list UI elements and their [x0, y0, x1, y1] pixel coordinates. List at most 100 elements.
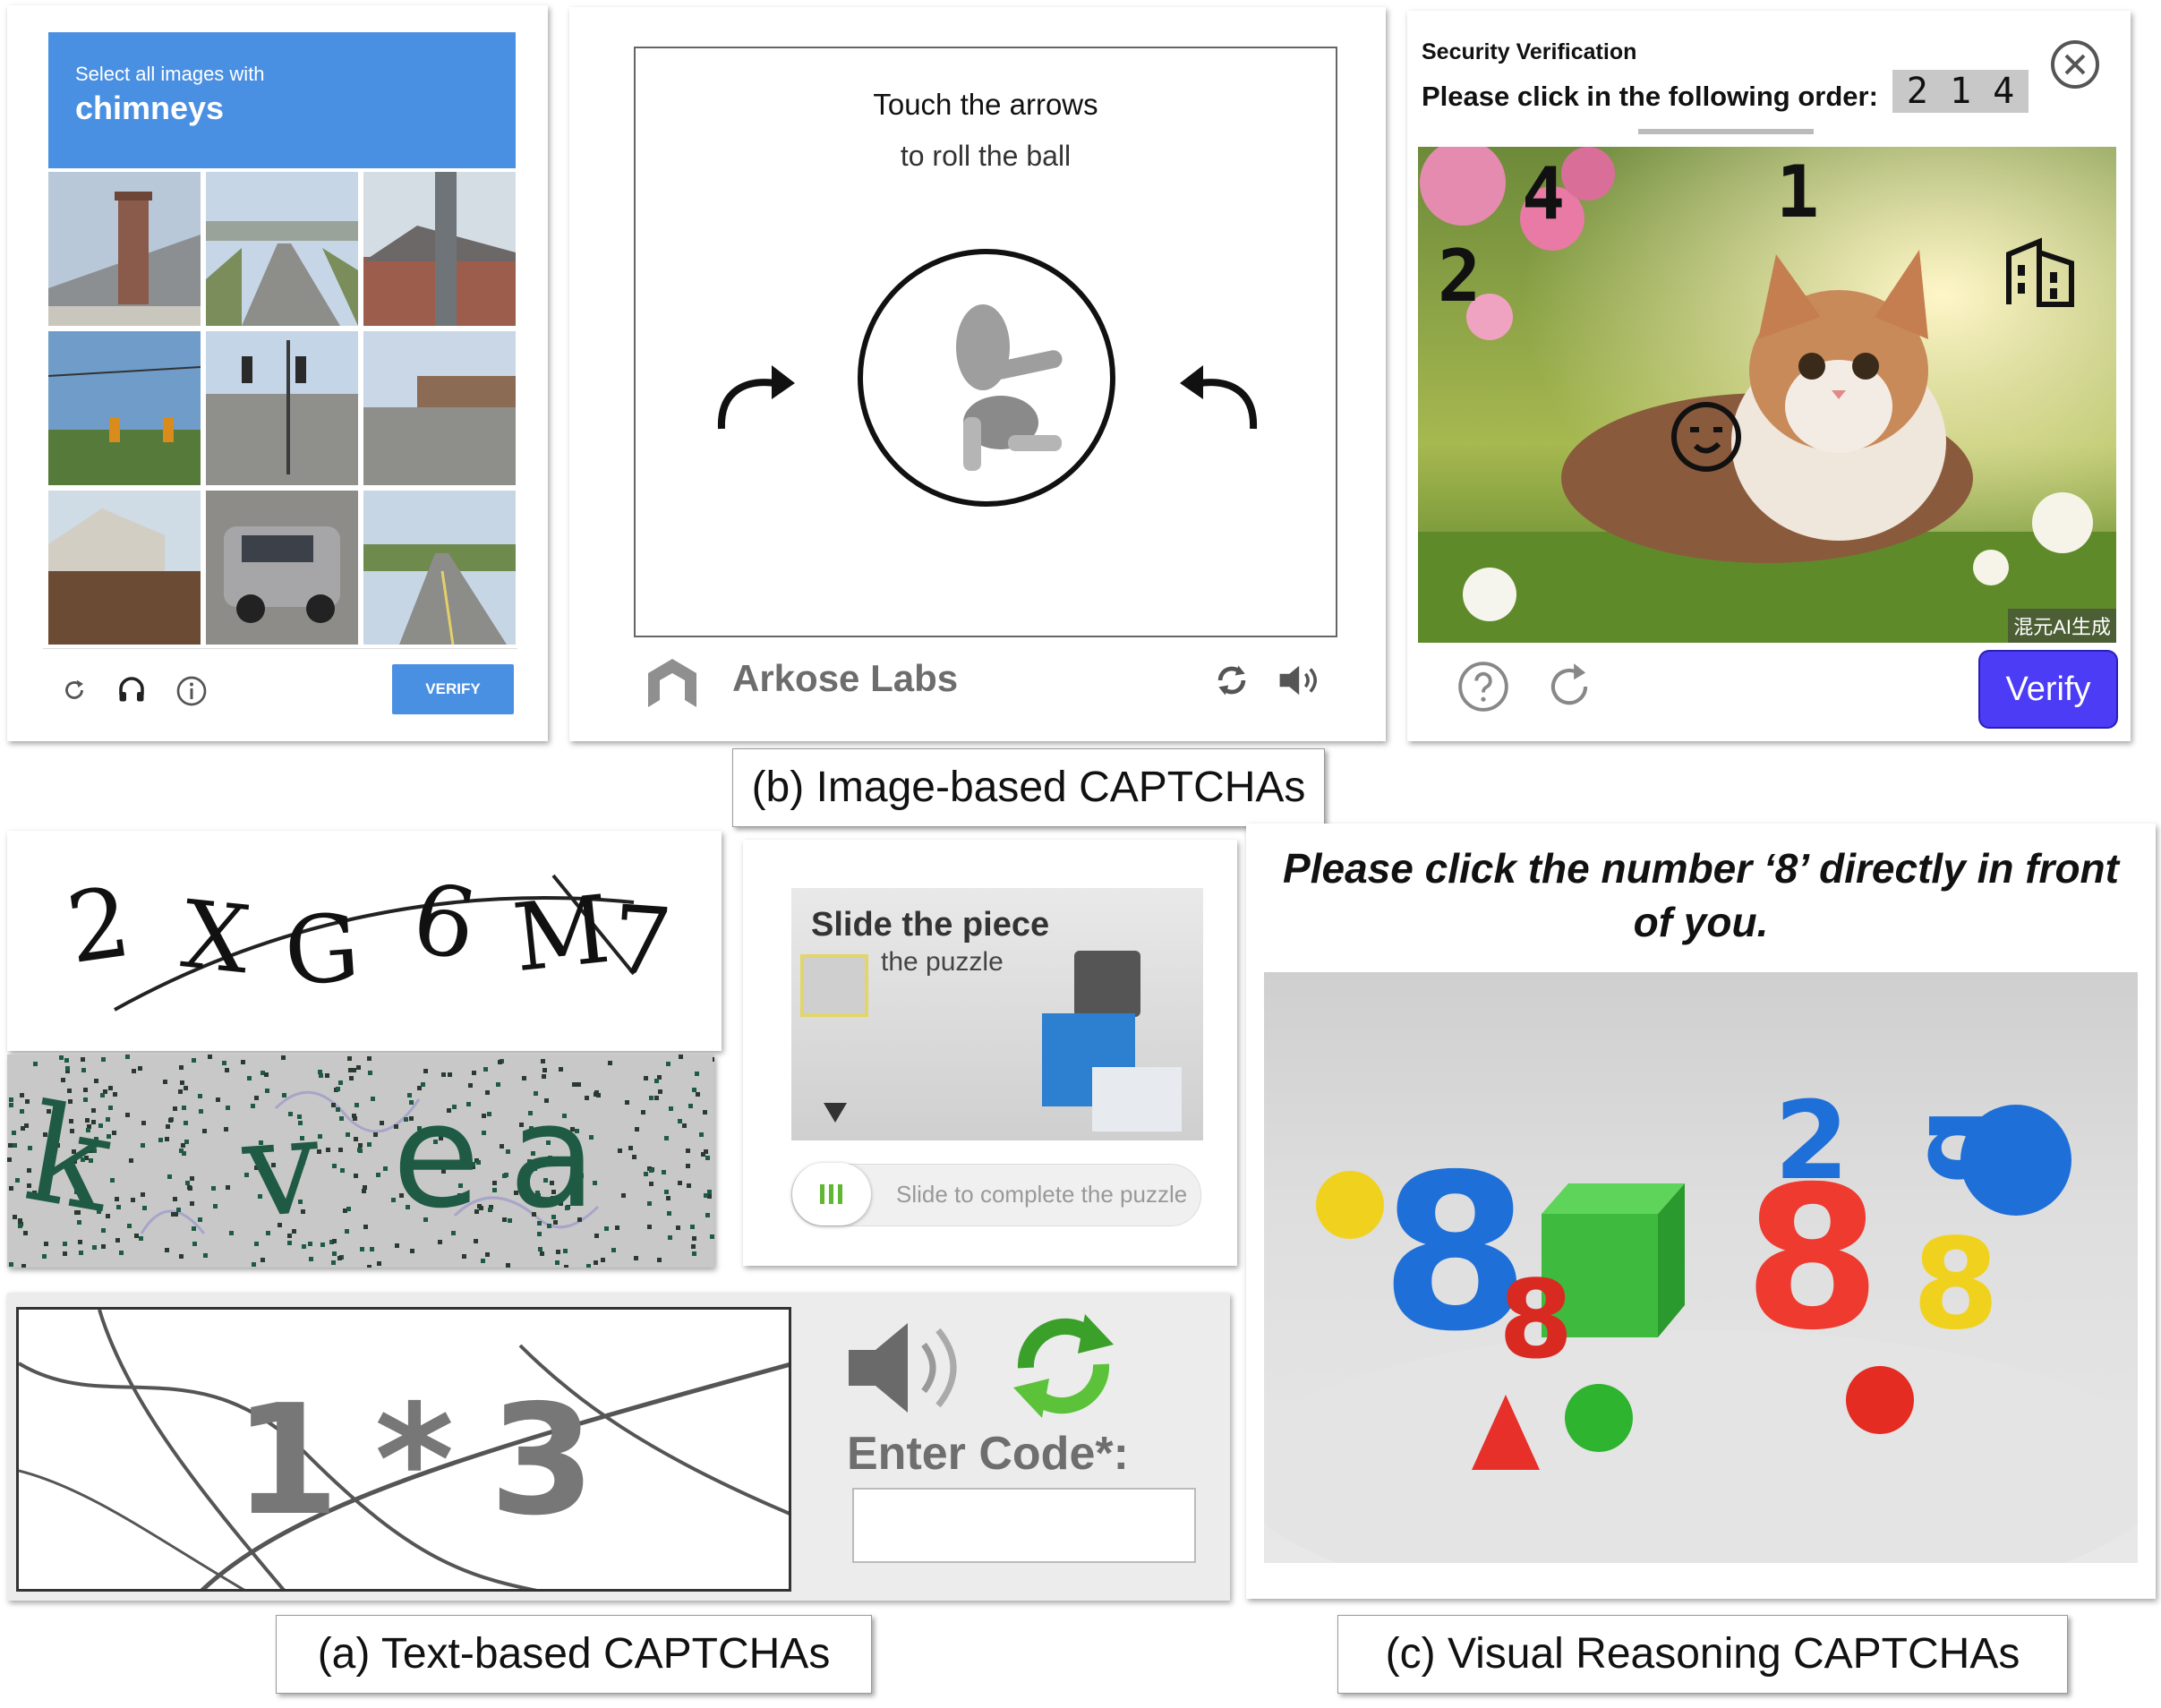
captcha-char: 7 — [608, 884, 676, 998]
noise-dot — [79, 1251, 83, 1255]
noise-dot — [192, 1242, 197, 1246]
smiley-icon — [1669, 399, 1744, 474]
headphones-icon[interactable] — [115, 673, 149, 705]
grid-tile[interactable] — [48, 331, 201, 485]
close-icon[interactable] — [2048, 38, 2102, 91]
blue-g[interactable]: g — [1890, 1107, 2014, 1184]
noise-dot — [340, 1168, 345, 1173]
visual-reasoning-widget: Please click the number ‘8’ directly in … — [1246, 824, 2156, 1599]
noise-dot — [667, 1211, 671, 1216]
verify-button[interactable]: Verify — [1980, 652, 2116, 727]
noise-dot — [701, 1152, 705, 1157]
noise-dot — [211, 1186, 216, 1191]
noise-dot — [611, 1248, 616, 1252]
help-icon[interactable] — [1456, 659, 1511, 714]
reload-icon[interactable] — [59, 675, 90, 705]
noise-dot — [9, 1097, 13, 1102]
recaptcha-target: chimneys — [75, 90, 225, 126]
speaker-icon[interactable] — [1277, 661, 1325, 700]
noise-dot — [644, 1076, 648, 1080]
verify-label: Verify — [2005, 670, 2091, 708]
puzzle-image: Slide the piece the puzzle — [791, 888, 1203, 1140]
kitten-image[interactable]: 2 4 1 混元AI生成 — [1418, 147, 2116, 643]
noise-dot — [302, 1244, 306, 1249]
noise-dot — [358, 1143, 363, 1148]
puzzle-white-piece — [1092, 1067, 1182, 1132]
noise-dot — [686, 1149, 690, 1153]
small-red-eight[interactable]: 8 — [1499, 1268, 1574, 1375]
noise-dot — [264, 1072, 269, 1077]
yellow-eight[interactable]: 8 — [1912, 1223, 1999, 1348]
blue-two[interactable]: 2 — [1774, 1089, 1849, 1196]
noise-dot — [229, 1231, 234, 1235]
noise-dot — [358, 1149, 363, 1153]
refresh-icon[interactable] — [1003, 1305, 1124, 1427]
puzzle-piece[interactable] — [800, 954, 868, 1017]
math-captcha-image: 1 * 3 — [16, 1307, 791, 1592]
noise-dot — [192, 1226, 196, 1231]
refresh-icon[interactable] — [1542, 659, 1597, 714]
slide-title: Slide the piece — [811, 906, 1050, 944]
grid-tile[interactable] — [363, 491, 516, 645]
noise-dot — [92, 1245, 97, 1250]
grid-tile[interactable] — [363, 331, 516, 485]
grid-tile[interactable] — [206, 331, 358, 485]
noise-dot — [115, 1238, 120, 1243]
refresh-icon[interactable] — [1212, 661, 1251, 700]
noise-dot — [541, 1059, 545, 1063]
noise-dot — [664, 1190, 669, 1194]
noise-dot — [9, 1103, 13, 1107]
left-arrow-button[interactable] — [713, 353, 799, 433]
grid-tile[interactable] — [206, 172, 358, 326]
noise-dot — [15, 1178, 20, 1183]
caption-visual-reasoning: (c) Visual Reasoning CAPTCHAs — [1337, 1615, 2068, 1694]
noise-dot — [354, 1103, 359, 1107]
noise-dot — [666, 1062, 671, 1066]
speaker-icon[interactable] — [843, 1314, 969, 1422]
noise-dot — [538, 1247, 542, 1251]
slider-track[interactable]: Slide to complete the puzzle — [791, 1163, 1201, 1226]
digit-1: 1 — [1776, 150, 1820, 234]
noise-dot — [141, 1192, 145, 1197]
noise-dot — [63, 1251, 67, 1256]
captcha-char: a — [508, 1072, 597, 1240]
slider-handle[interactable] — [792, 1163, 871, 1225]
noise-dot — [336, 1107, 340, 1112]
noise-dot — [203, 1253, 208, 1258]
grid-tile[interactable] — [48, 172, 201, 326]
grid-tile[interactable] — [206, 491, 358, 645]
captcha-char: G — [280, 892, 363, 1007]
noise-dot — [705, 1213, 710, 1217]
right-arrow-button[interactable] — [1176, 353, 1262, 433]
noise-dot — [131, 1198, 135, 1202]
noise-dot — [687, 1183, 691, 1188]
divider — [43, 648, 517, 649]
noise-dot — [368, 1071, 372, 1075]
noise-dot — [608, 1061, 612, 1065]
noise-dot — [492, 1188, 497, 1192]
caption-text-based: (a) Text-based CAPTCHAs — [276, 1615, 872, 1694]
noise-dot — [634, 1256, 638, 1260]
noise-dot — [654, 1079, 659, 1083]
grid-tile[interactable] — [48, 491, 201, 645]
noise-dot — [261, 1258, 265, 1262]
noise-dot — [21, 1264, 26, 1268]
scene-image[interactable]: 8 8 8 8 2 g — [1264, 972, 2138, 1563]
noise-dot — [346, 1132, 350, 1137]
grid-tile[interactable] — [363, 172, 516, 326]
recaptcha-grid — [48, 172, 516, 645]
noise-dot — [142, 1206, 147, 1210]
noise-dot — [346, 1207, 351, 1211]
noise-dot — [678, 1119, 682, 1123]
noise-dot — [182, 1106, 186, 1110]
noise-dot — [704, 1193, 708, 1198]
noise-dot — [482, 1131, 486, 1135]
noise-dot — [695, 1072, 699, 1076]
noise-dot — [601, 1258, 605, 1262]
verify-button[interactable]: VERIFY — [392, 664, 514, 714]
noise-dot — [226, 1106, 230, 1110]
noise-dot — [33, 1062, 38, 1066]
code-input[interactable] — [852, 1488, 1196, 1563]
info-icon[interactable] — [175, 675, 208, 707]
ball-circle — [856, 247, 1117, 508]
